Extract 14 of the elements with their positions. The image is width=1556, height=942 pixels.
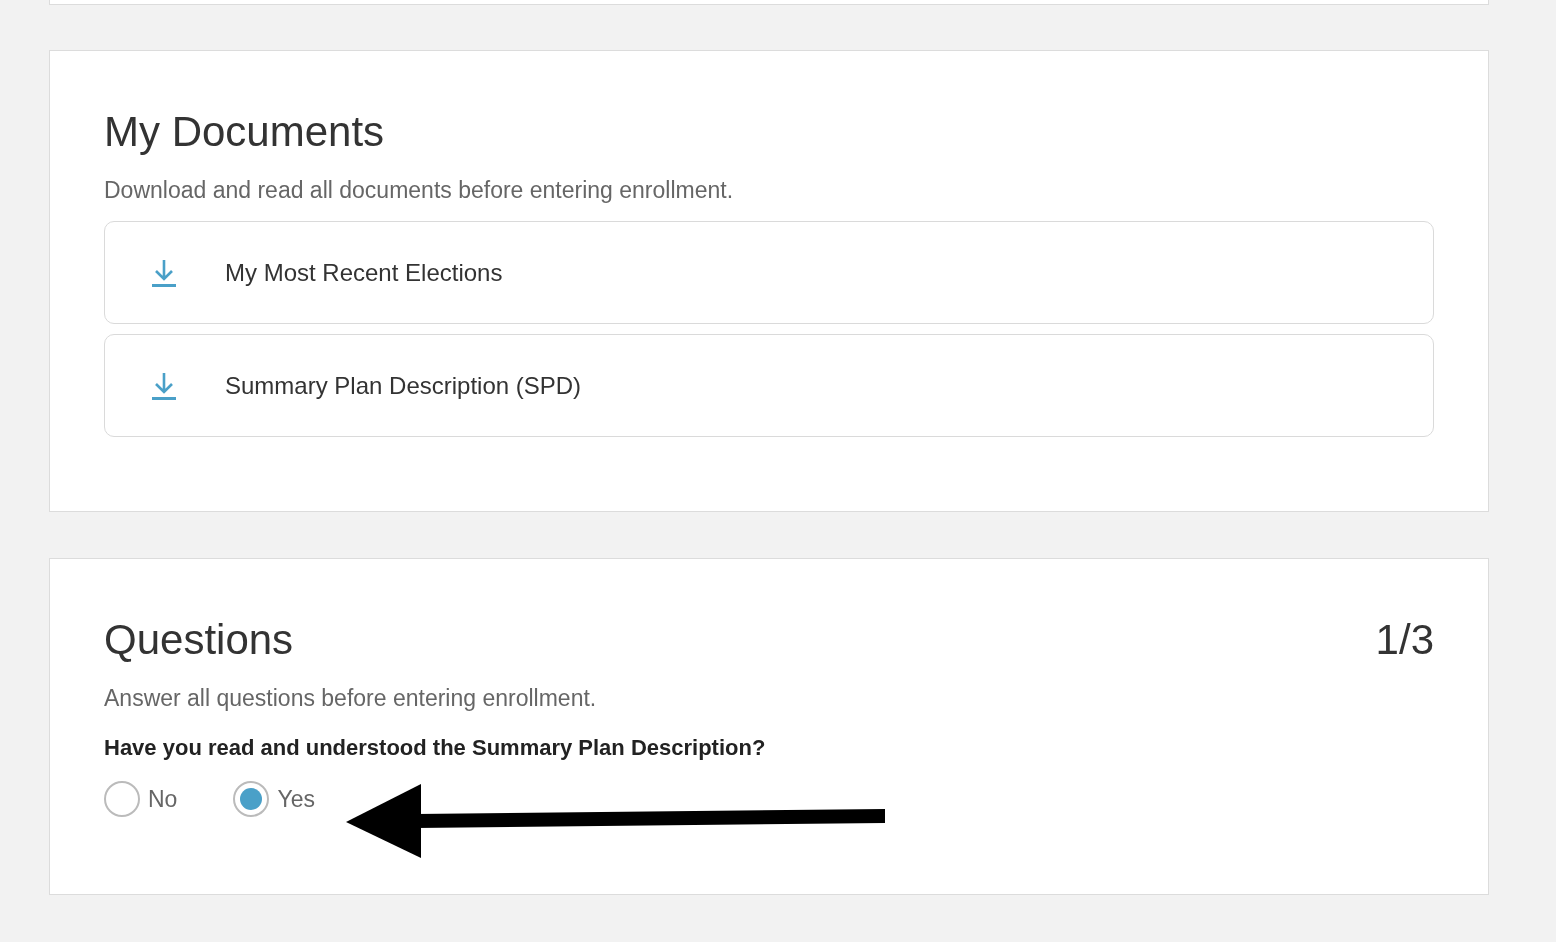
download-icon: [151, 370, 177, 401]
document-download-link[interactable]: Summary Plan Description (SPD): [104, 334, 1434, 437]
option-label: Yes: [277, 785, 315, 813]
question-text: Have you read and understood the Summary Plan Description?: [104, 735, 767, 761]
document-download-link[interactable]: My Most Recent Elections: [104, 221, 1434, 324]
section-subtitle: Answer all questions before entering enrollment.: [104, 684, 598, 713]
download-icon: [151, 257, 177, 288]
section-title: Questions: [104, 615, 294, 665]
radio-button[interactable]: [233, 781, 270, 817]
section-subtitle: Download and read all documents before entering enrollment.: [104, 176, 735, 205]
section-title: My Documents: [104, 107, 386, 157]
option-label: No: [148, 785, 178, 813]
question-counter: 1/3: [1375, 615, 1434, 665]
radio-button[interactable]: [104, 781, 140, 817]
